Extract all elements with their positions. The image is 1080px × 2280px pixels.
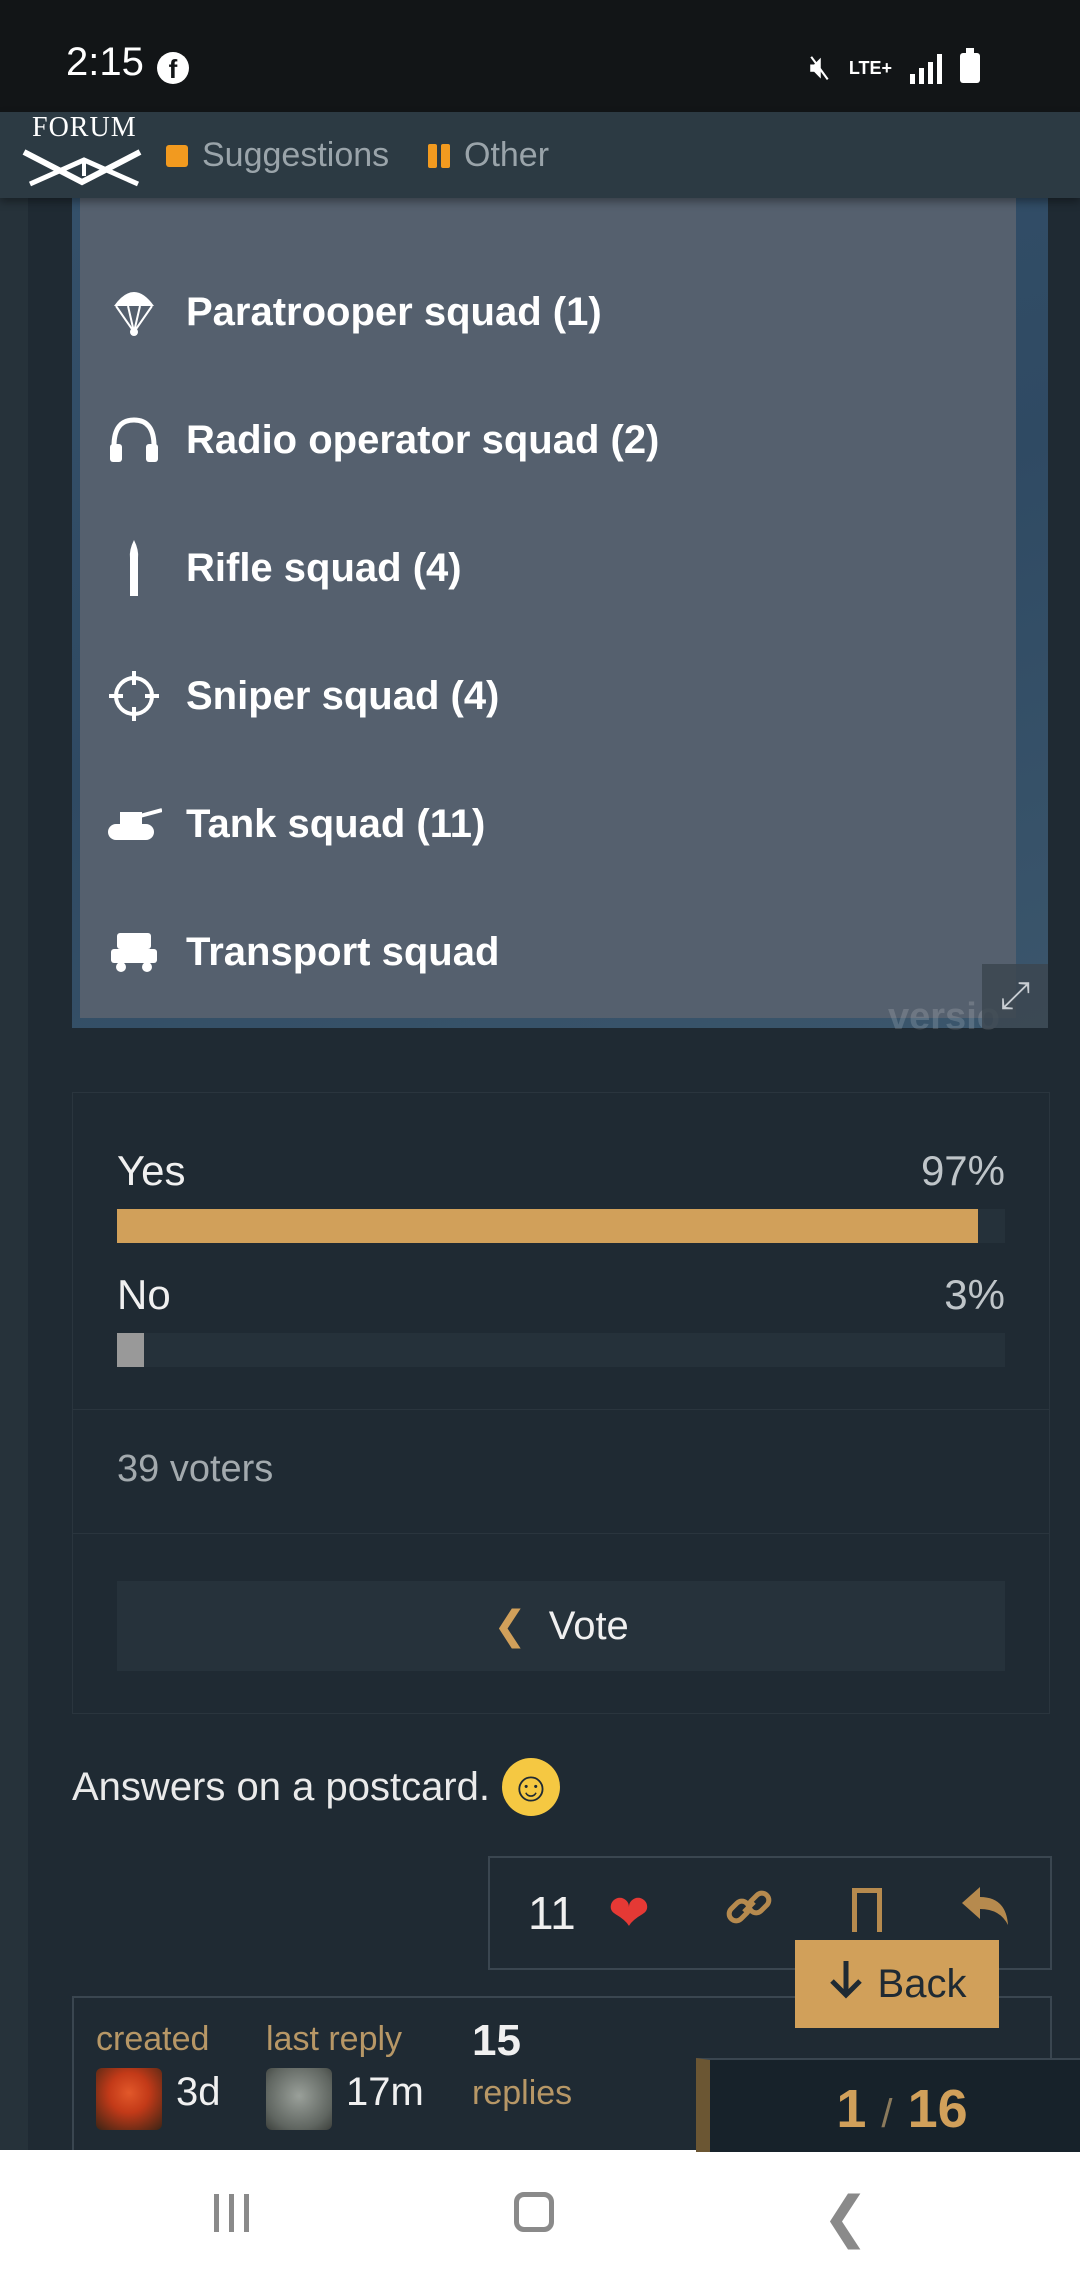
lte-indicator: LTE+ [848,57,892,78]
replies-label: replies [472,2074,573,2112]
category-label: Suggestions [202,136,390,174]
back-button[interactable]: Back [795,1940,999,2028]
squad-item: Rifle squad (4) [106,538,462,598]
poll-bar-fill [117,1333,144,1367]
system-nav-bar: ❮ [0,2150,1080,2280]
back-label: Back [877,1961,967,2006]
left-background [0,198,28,2150]
voters-count: 39 voters [117,1448,274,1490]
app-header: FORUM Suggestions Other [0,112,1080,198]
poll-option-percent: 97% [920,1147,1005,1194]
recent-apps-icon[interactable] [214,2194,249,2232]
avatar[interactable] [266,2068,332,2130]
crosshair-icon [106,668,162,724]
crossed-rifles-icon [22,149,142,187]
poll-option-percent: 3% [944,1271,1005,1318]
system-icons: 🔇︎ LTE+ [809,47,980,87]
mute-icon: 🔇︎ [809,48,831,86]
logo-text: FORUM [32,112,137,143]
avatar[interactable] [96,2068,162,2130]
squad-item: Paratrooper squad (1) [106,282,602,342]
arrow-down-icon [828,1959,864,2009]
squad-list: Paratrooper squad (1) Radio operator squ… [80,198,1016,1018]
created-label: created [96,2020,210,2058]
squad-label: Transport squad [186,929,500,974]
created-value: 3d [176,2070,221,2114]
category-suggestions[interactable]: Suggestions [166,136,389,175]
poll-bar-track [117,1333,1005,1367]
reply-icon[interactable] [960,1882,1012,1942]
category-label: Other [464,136,550,174]
nav-back-icon[interactable]: ❮ [822,2184,869,2250]
squad-label: Rifle squad (4) [186,545,462,590]
expand-icon: ⤢ [999,975,1031,1017]
link-icon[interactable] [724,1882,774,1944]
poll: Yes 97% No 3% 39 voters ❮ Vote [72,1092,1050,1714]
squad-label: Radio operator squad (2) [186,417,660,462]
squad-item: Radio operator squad (2) [106,410,659,470]
replies-count: 15 [472,2016,521,2065]
post-text: Answers on a postcard. ☺ [72,1758,560,1816]
truck-icon [106,924,162,980]
poll-bar-fill [117,1209,979,1243]
status-bar: 2:15 f 🔇︎ LTE+ [0,0,1080,112]
poll-bar-track [117,1209,1005,1243]
home-icon[interactable] [514,2192,554,2232]
topic-progress[interactable]: 1 / 16 [696,2058,1080,2152]
category-square-icon [166,144,188,167]
post-body: Answers on a postcard. [72,1764,490,1809]
poll-option-label: Yes [117,1147,186,1194]
category-other[interactable]: Other [428,136,549,175]
clock: 2:15 [66,40,144,84]
progress-text: 1 / 16 [710,2078,1080,2140]
progress-current: 1 [836,2079,867,2139]
squad-item: Tank squad (11) [106,794,485,854]
squad-label: Sniper squad (4) [186,673,500,718]
bookmark-icon[interactable] [852,1888,882,1944]
battery-icon [960,47,980,83]
last-reply-label: last reply [266,2020,403,2058]
divider [73,1409,1049,1410]
squad-item: Sniper squad (4) [106,666,499,726]
parachute-icon [106,284,162,340]
category-bars-icon [428,143,450,168]
divider [73,1533,1049,1534]
vote-label: Vote [548,1603,629,1648]
heart-icon[interactable]: ❤ [608,1884,650,1942]
expand-image-button[interactable]: ⤢ [982,964,1048,1028]
vote-button[interactable]: ❮ Vote [117,1581,1005,1671]
headphones-icon [106,412,162,468]
poll-option-label: No [117,1271,171,1318]
tank-icon [106,796,162,852]
last-reply-value: 17m [346,2070,424,2114]
bullet-icon [106,540,162,596]
squad-label: Tank squad (11) [186,801,486,846]
progress-total: 16 [907,2079,968,2139]
facebook-icon: f [157,52,189,84]
smiley-emoji-icon: ☺ [502,1758,560,1816]
chevron-left-icon: ❮ [493,1604,527,1648]
squad-label: Paratrooper squad (1) [186,289,602,334]
squad-item: Transport squad [106,922,499,982]
progress-separator: / [881,2092,893,2136]
forum-logo[interactable]: FORUM [22,112,144,192]
signal-icon [910,52,942,84]
like-count[interactable]: 11 [528,1886,576,1940]
